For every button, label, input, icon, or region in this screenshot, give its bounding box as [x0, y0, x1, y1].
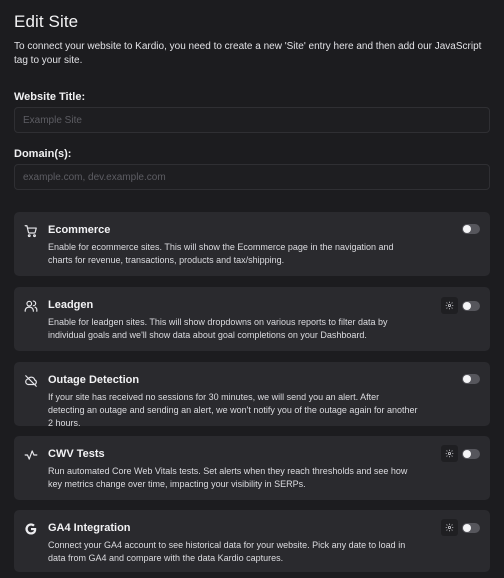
feature-card-leadgen: Leadgen Enable for leadgen sites. This w…: [14, 287, 490, 351]
feature-card-ga4-integration: GA4 Integration Connect your GA4 account…: [14, 510, 490, 572]
feature-title: Outage Detection: [48, 374, 140, 386]
cwv-tests-settings-button[interactable]: [441, 445, 458, 462]
feature-card-ecommerce: Ecommerce Enable for ecommerce sites. Th…: [14, 212, 490, 276]
cloud-off-icon: [24, 374, 38, 388]
leadgen-toggle[interactable]: [462, 301, 480, 311]
feature-description: Connect your GA4 account to see historic…: [48, 540, 406, 563]
gear-icon: [445, 449, 454, 458]
google-g-icon: [24, 522, 38, 536]
feature-description: Enable for leadgen sites. This will show…: [48, 317, 388, 340]
feature-description: Enable for ecommerce sites. This will sh…: [48, 242, 394, 265]
feature-title: Ecommerce: [48, 224, 111, 236]
domains-input[interactable]: [14, 164, 490, 190]
outage-detection-toggle[interactable]: [462, 374, 480, 384]
cart-icon: [24, 224, 38, 238]
edit-site-dialog: Edit Site To connect your website to Kar…: [0, 0, 504, 578]
feature-title: Leadgen: [48, 299, 94, 311]
feature-title: GA4 Integration: [48, 522, 131, 534]
website-title-input[interactable]: [14, 107, 490, 133]
website-title-label: Website Title:: [14, 91, 86, 103]
leadgen-settings-button[interactable]: [441, 297, 458, 314]
feature-card-cwv-tests: CWV Tests Run automated Core Web Vitals …: [14, 436, 490, 500]
feature-title: CWV Tests: [48, 448, 105, 460]
feature-card-outage-detection: Outage Detection If your site has receiv…: [14, 362, 490, 428]
domains-label: Domain(s):: [14, 148, 72, 160]
ecommerce-toggle[interactable]: [462, 224, 480, 234]
activity-icon: [24, 448, 38, 462]
ga4-integration-toggle[interactable]: [462, 523, 480, 533]
dialog-intro: To connect your website to Kardio, you n…: [14, 41, 482, 66]
ga4-settings-button[interactable]: [441, 519, 458, 536]
feature-description: If your site has received no sessions fo…: [48, 392, 418, 428]
gear-icon: [445, 523, 454, 532]
dialog-title: Edit Site: [14, 12, 79, 31]
users-icon: [24, 299, 38, 313]
gear-icon: [445, 301, 454, 310]
cwv-tests-toggle[interactable]: [462, 449, 480, 459]
feature-description: Run automated Core Web Vitals tests. Set…: [48, 466, 408, 489]
